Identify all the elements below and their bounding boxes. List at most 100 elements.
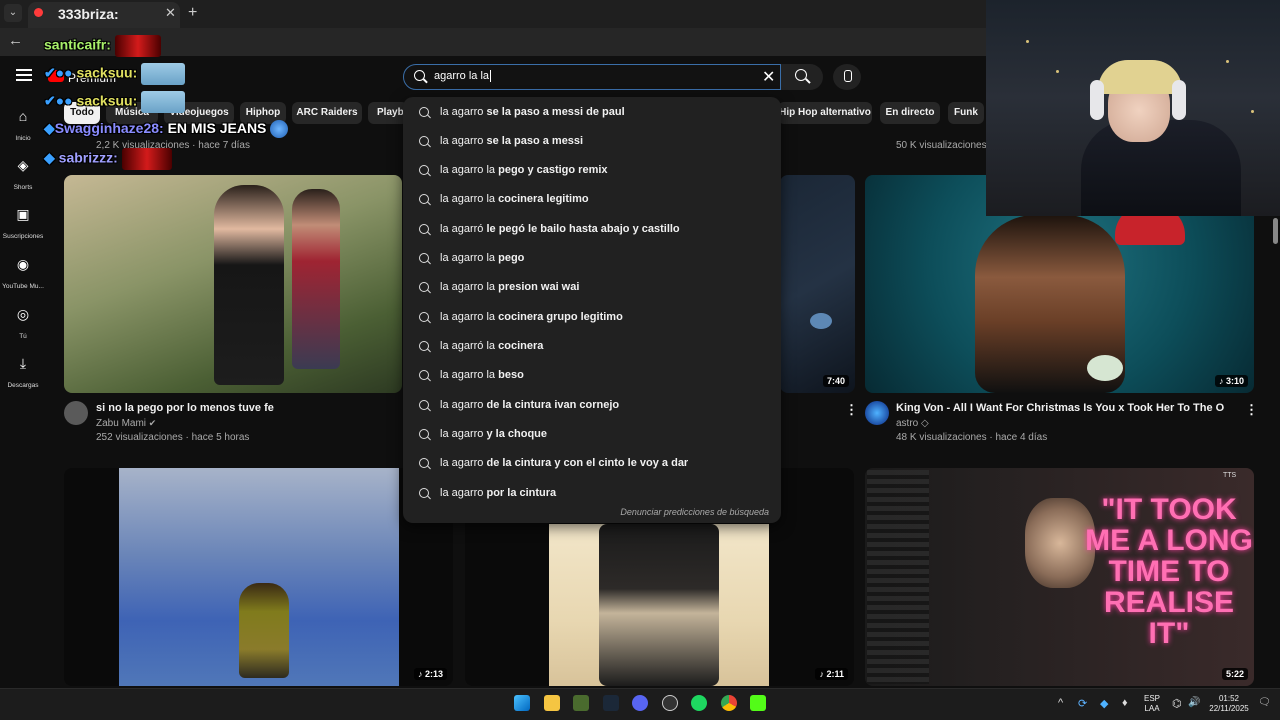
wifi-icon[interactable]: ⌬	[1172, 697, 1182, 710]
video-thumbnail[interactable]	[64, 175, 402, 393]
suggestion-item[interactable]: la agarro la presion wai wai	[403, 273, 781, 301]
music-note-icon: ♪	[1218, 376, 1224, 386]
chip-hip-hop-alternativo[interactable]: Hip Hop alternativo	[778, 102, 872, 124]
scrollbar-thumb[interactable]	[1273, 218, 1278, 244]
video-duration: 5:22	[1221, 668, 1248, 680]
back-arrow-icon[interactable]: ←	[8, 32, 23, 49]
sidebar-item-youtube-music[interactable]: ◉ YouTube Mu...	[0, 256, 46, 293]
chip-funk[interactable]: Funk	[948, 102, 984, 124]
search-icon	[419, 282, 429, 292]
chip-playb[interactable]: Playb	[368, 102, 408, 124]
search-icon	[419, 458, 429, 468]
channel-avatar[interactable]	[64, 401, 88, 425]
spotify-icon[interactable]	[691, 695, 707, 711]
video-thumbnail[interactable]: ♪ 2:13	[64, 468, 453, 686]
suggestion-item[interactable]: la agarro de la cintura y con el cinto l…	[403, 449, 781, 477]
suggestion-item[interactable]: la agarro de la cintura ivan cornejo	[403, 391, 781, 419]
network-shield-icon[interactable]: ◆	[1100, 697, 1108, 710]
video-thumbnail[interactable]: 7:40	[780, 175, 855, 393]
more-options-icon[interactable]: ⋮	[845, 402, 858, 418]
shorts-icon: ◈	[17, 157, 29, 173]
suggestion-item[interactable]: la agarro se la paso a messi de paul	[403, 98, 781, 126]
video-duration: 7:40	[822, 375, 849, 387]
volume-icon[interactable]: 🔊	[1188, 697, 1200, 708]
search-icon	[419, 107, 429, 117]
search-icon	[419, 136, 429, 146]
search-query-text[interactable]: agarro la la	[434, 70, 492, 83]
channel-avatar[interactable]	[865, 401, 889, 425]
sync-icon[interactable]: ⟳	[1078, 697, 1087, 710]
sidebar-item-suscripciones[interactable]: ▣ Suscripciones	[0, 206, 46, 243]
chat-message: santicaifr:	[44, 35, 161, 57]
search-icon	[419, 312, 429, 322]
city-light	[1226, 60, 1229, 63]
streamer-cap	[1098, 60, 1182, 94]
search-icon	[419, 370, 429, 380]
verified-icon: ✔	[148, 418, 157, 428]
suggestion-item[interactable]: la agarro y la choque	[403, 420, 781, 448]
video-duration: ♪ 2:11	[815, 668, 848, 680]
keyboard-language[interactable]: ESP LAA	[1140, 694, 1164, 714]
suggestion-item[interactable]: la agarro la pego	[403, 244, 781, 272]
minecraft-icon[interactable]	[573, 695, 589, 711]
search-icon	[414, 70, 425, 81]
prev-row-meta-right: 50 K visualizaciones	[896, 140, 987, 151]
notifications-icon[interactable]: 🗨	[1258, 697, 1271, 708]
sidebar-item-descargas[interactable]: ⤓ Descargas	[0, 355, 46, 392]
sidebar-item-inicio[interactable]: ⌂ Inicio	[0, 108, 46, 145]
tab-close-icon[interactable]: ✕	[165, 5, 176, 21]
system-clock[interactable]: 01:52 22/11/2025	[1206, 694, 1252, 714]
chat-emote-icon	[141, 63, 186, 85]
thumbnail-person-figure-2	[292, 189, 340, 369]
steam-icon[interactable]	[603, 695, 619, 711]
suggestion-item[interactable]: la agarró le pegó le bailo hasta abajo y…	[403, 215, 781, 243]
sidebar-item-shorts[interactable]: ◈ Shorts	[0, 157, 46, 194]
tab-search-button[interactable]: ⌄	[4, 4, 22, 22]
clear-search-icon[interactable]: ✕	[762, 67, 775, 87]
kick-icon[interactable]	[750, 695, 766, 711]
search-icon	[419, 194, 429, 204]
suggestion-item[interactable]: la agarro la pego y castigo remix	[403, 156, 781, 184]
more-options-icon[interactable]: ⋮	[1245, 402, 1258, 418]
webcam-overlay	[986, 0, 1280, 216]
file-explorer-icon[interactable]	[544, 695, 560, 711]
video-title[interactable]: King Von - All I Want For Christmas Is Y…	[896, 402, 1224, 414]
chip-arc-raiders[interactable]: ARC Raiders	[292, 102, 362, 124]
badge-icon: ✔●●	[44, 64, 73, 81]
headphone-right	[1172, 80, 1186, 120]
chat-emote-icon	[114, 35, 161, 57]
discord-icon[interactable]	[632, 695, 648, 711]
tab-title: 333briza:	[58, 6, 119, 22]
suggestion-item[interactable]: la agarro por la cintura	[403, 479, 781, 507]
suggestion-item[interactable]: la agarro la beso	[403, 361, 781, 389]
chat-emote-icon	[121, 148, 172, 170]
sidebar-item-tu[interactable]: ◎ Tú	[0, 306, 46, 343]
video-title[interactable]: si no la pego por lo menos tuve fe	[96, 402, 274, 414]
suggestion-item[interactable]: la agarro se la paso a messi	[403, 127, 781, 155]
city-light	[1251, 110, 1254, 113]
report-predictions-link[interactable]: Denunciar predicciones de búsqueda	[620, 507, 769, 517]
voice-search-icon[interactable]	[833, 64, 861, 90]
suggestion-item[interactable]: la agarro la cocinera legitimo	[403, 185, 781, 213]
page-scrollbar[interactable]	[1272, 216, 1280, 688]
badge-icon: ✔●●	[44, 92, 73, 109]
chrome-icon[interactable]	[721, 695, 737, 711]
video-thumbnail[interactable]: "IT TOOK ME A LONG TIME TO REALISE IT" T…	[865, 468, 1254, 686]
hamburger-menu-icon[interactable]	[16, 69, 32, 81]
search-icon	[419, 488, 429, 498]
video-channel[interactable]: astro ◇	[896, 418, 929, 429]
suggestion-item[interactable]: la agarró la cocinera	[403, 332, 781, 360]
suggestion-item[interactable]: la agarro la cocinera grupo legitimo	[403, 303, 781, 331]
youtube-music-icon: ◉	[16, 256, 30, 272]
search-suggestions-dropdown: la agarro se la paso a messi de paul la …	[403, 97, 781, 523]
chip-en-directo[interactable]: En directo	[880, 102, 940, 124]
video-channel[interactable]: Zabu Mami ✔	[96, 418, 156, 429]
tray-overflow-icon[interactable]: ^	[1058, 697, 1063, 709]
thumbnail-chat-column	[867, 470, 929, 684]
microphone-icon[interactable]: ♦	[1122, 697, 1128, 709]
video-meta: 48 K visualizaciones · hace 4 días	[896, 432, 1048, 443]
obs-icon[interactable]	[662, 695, 678, 711]
new-tab-button[interactable]: +	[188, 4, 197, 22]
windows-start-icon[interactable]	[514, 695, 530, 711]
thumbnail-watch	[1087, 355, 1123, 381]
